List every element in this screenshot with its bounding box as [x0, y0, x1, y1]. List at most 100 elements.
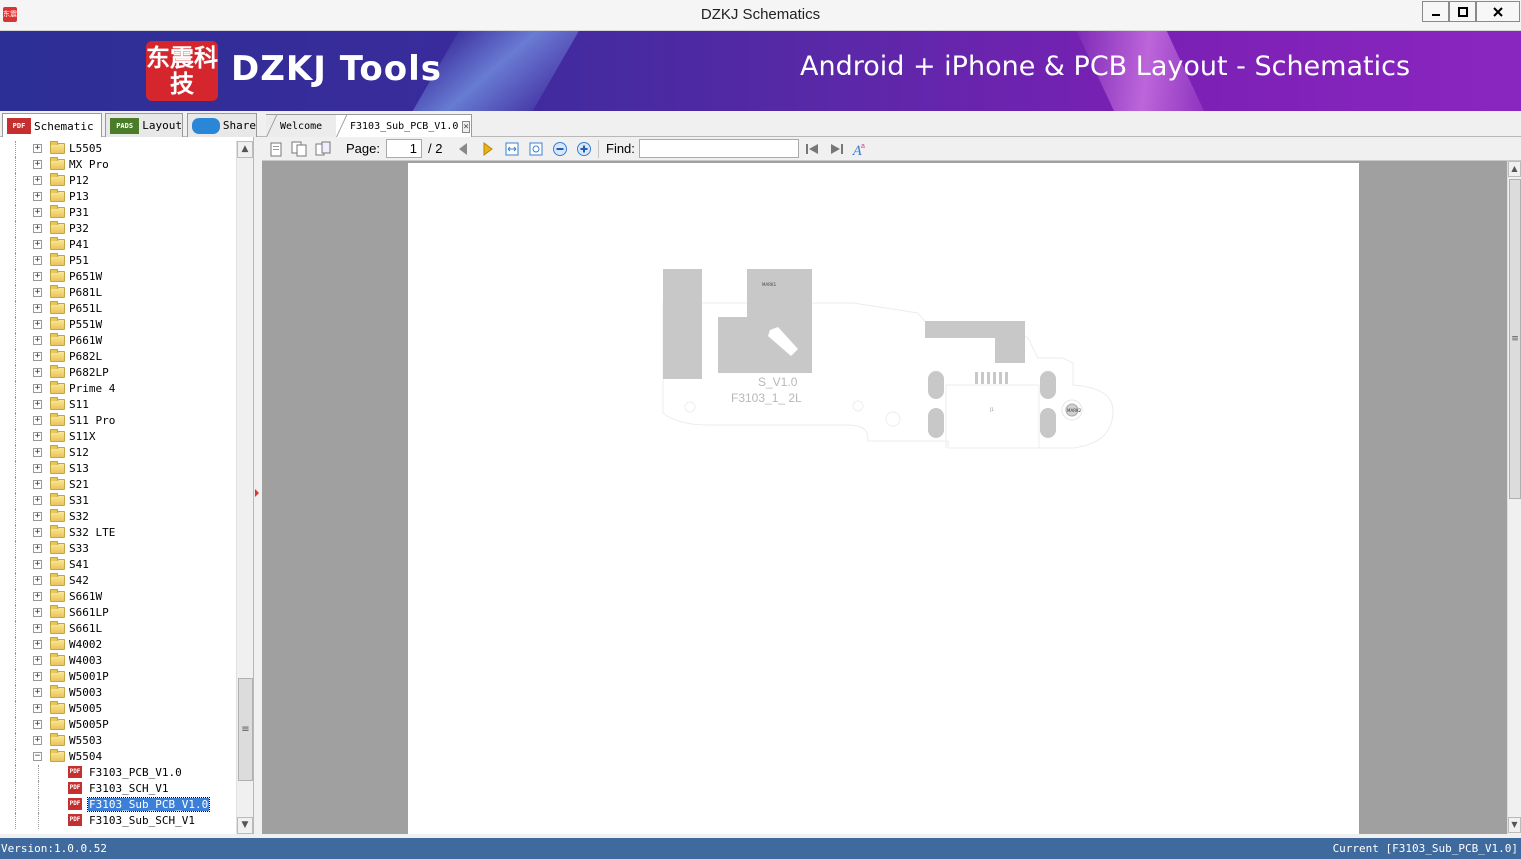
page-layout-icon[interactable]	[314, 140, 332, 158]
scroll-down-button[interactable]: ▼	[237, 817, 253, 834]
tree-file-label[interactable]: F3103_Sub_SCH_V1	[88, 814, 196, 827]
doc-scroll-down-button[interactable]: ▼	[1508, 817, 1521, 833]
tree-file-item[interactable]: PDF F3103_PCB_V1.0	[0, 765, 236, 781]
tree-folder-item[interactable]: + P13	[0, 189, 236, 205]
expand-icon[interactable]: +	[33, 208, 42, 217]
doc-scroll-up-button[interactable]: ▲	[1508, 161, 1521, 177]
tree-folder-item[interactable]: + P31	[0, 205, 236, 221]
expand-icon[interactable]: +	[33, 368, 42, 377]
scroll-up-button[interactable]: ▲	[237, 141, 253, 158]
expand-icon[interactable]: +	[33, 576, 42, 585]
tree-folder-item[interactable]: + S11 Pro	[0, 413, 236, 429]
tree-folder-item[interactable]: + S13	[0, 461, 236, 477]
page-number-input[interactable]: 1	[386, 139, 422, 158]
document-scrollbar[interactable]: ▲ ≡ ▼	[1507, 161, 1521, 834]
expand-icon[interactable]: +	[33, 400, 42, 409]
expand-icon[interactable]: +	[33, 544, 42, 553]
tree-folder-item[interactable]: + MX Pro	[0, 157, 236, 173]
tree-folder-item[interactable]: + S661L	[0, 621, 236, 637]
tree-folder-item[interactable]: + W5503	[0, 733, 236, 749]
tree-file-item[interactable]: PDF F3103_Sub_PCB_V1.0	[0, 797, 236, 813]
tree-folder-item[interactable]: + Prime 4	[0, 381, 236, 397]
copy-page-icon[interactable]	[290, 140, 308, 158]
tree-folder-item[interactable]: + S32 LTE	[0, 525, 236, 541]
expand-icon[interactable]: +	[33, 256, 42, 265]
expand-icon[interactable]: +	[33, 496, 42, 505]
expand-icon[interactable]: +	[33, 432, 42, 441]
tree-folder-item[interactable]: + P682L	[0, 349, 236, 365]
tree-folder-item[interactable]: + S42	[0, 573, 236, 589]
expand-icon[interactable]: +	[33, 288, 42, 297]
tree-folder-item[interactable]: + P651W	[0, 269, 236, 285]
tree-folder-item[interactable]: + P32	[0, 221, 236, 237]
next-page-icon[interactable]	[479, 140, 497, 158]
expand-icon[interactable]: +	[33, 272, 42, 281]
tree-folder-item[interactable]: + S21	[0, 477, 236, 493]
expand-icon[interactable]: +	[33, 528, 42, 537]
zoom-out-icon[interactable]	[551, 140, 569, 158]
previous-page-icon[interactable]	[454, 140, 472, 158]
expand-icon[interactable]: +	[33, 672, 42, 681]
tree-folder-item[interactable]: + S33	[0, 541, 236, 557]
expand-icon[interactable]: +	[33, 224, 42, 233]
tree-folder-item[interactable]: + P682LP	[0, 365, 236, 381]
expand-icon[interactable]: +	[33, 512, 42, 521]
close-button[interactable]	[1476, 1, 1520, 22]
fit-width-icon[interactable]	[503, 140, 521, 158]
expand-icon[interactable]: +	[33, 448, 42, 457]
tree-folder-item[interactable]: + W4002	[0, 637, 236, 653]
tree-file-label[interactable]: F3103_Sub_PCB_V1.0	[86, 797, 211, 812]
tree-folder-item[interactable]: + L5505	[0, 141, 236, 157]
tree-folder-item[interactable]: + S11	[0, 397, 236, 413]
tree-file-item[interactable]: PDF F3103_SCH_V1	[0, 781, 236, 797]
expand-icon[interactable]: +	[33, 480, 42, 489]
expand-icon[interactable]: +	[33, 352, 42, 361]
expand-icon[interactable]: +	[33, 304, 42, 313]
tree-folder-item[interactable]: + S12	[0, 445, 236, 461]
collapse-icon[interactable]: −	[33, 752, 42, 761]
doc-tab-welcome[interactable]: Welcome	[266, 114, 338, 137]
tree-folder-item[interactable]: + P551W	[0, 317, 236, 333]
expand-icon[interactable]: +	[33, 608, 42, 617]
expand-icon[interactable]: +	[33, 192, 42, 201]
tree-folder-item[interactable]: + S31	[0, 493, 236, 509]
zoom-in-icon[interactable]	[575, 140, 593, 158]
expand-icon[interactable]: +	[33, 560, 42, 569]
highlight-text-icon[interactable]: Aa	[851, 140, 869, 158]
close-tab-icon[interactable]: ×	[462, 120, 470, 133]
open-file-icon[interactable]	[267, 140, 285, 158]
expand-icon[interactable]: +	[33, 736, 42, 745]
tree-folder-item[interactable]: + W4003	[0, 653, 236, 669]
tree-scrollbar[interactable]: ▲ ≡ ▼	[236, 141, 253, 834]
tree-folder-item[interactable]: + S32	[0, 509, 236, 525]
tree-folder-item[interactable]: + P41	[0, 237, 236, 253]
tab-share[interactable]: Share	[187, 113, 257, 137]
expand-icon[interactable]: +	[33, 320, 42, 329]
tree-folder-item[interactable]: + S41	[0, 557, 236, 573]
tab-layout[interactable]: PADS Layout	[105, 113, 183, 137]
tree-folder-item[interactable]: + S661W	[0, 589, 236, 605]
expand-icon[interactable]: +	[33, 160, 42, 169]
expand-icon[interactable]: +	[33, 640, 42, 649]
tree-folder-item[interactable]: + P661W	[0, 333, 236, 349]
expand-icon[interactable]: +	[33, 704, 42, 713]
find-previous-icon[interactable]	[803, 140, 821, 158]
tree-folder-item[interactable]: + P51	[0, 253, 236, 269]
collapse-arrow-icon[interactable]	[255, 489, 259, 497]
expand-icon[interactable]: +	[33, 144, 42, 153]
expand-icon[interactable]: +	[33, 240, 42, 249]
expand-icon[interactable]: +	[33, 176, 42, 185]
fit-page-icon[interactable]	[527, 140, 545, 158]
expand-icon[interactable]: +	[33, 656, 42, 665]
expand-icon[interactable]: +	[33, 624, 42, 633]
maximize-button[interactable]	[1449, 1, 1476, 22]
tree-folder-item[interactable]: + P651L	[0, 301, 236, 317]
expand-icon[interactable]: +	[33, 592, 42, 601]
expand-icon[interactable]: +	[33, 336, 42, 345]
panel-splitter[interactable]	[254, 137, 262, 834]
expand-icon[interactable]: +	[33, 384, 42, 393]
tree-folder-item[interactable]: + W5003	[0, 685, 236, 701]
expand-icon[interactable]: +	[33, 464, 42, 473]
tree-folder-item[interactable]: + W5005	[0, 701, 236, 717]
expand-icon[interactable]: +	[33, 416, 42, 425]
